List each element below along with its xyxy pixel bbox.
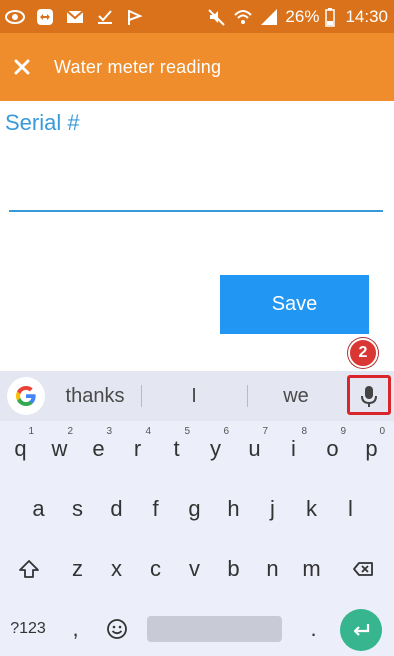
step-badge: 2 [348,338,378,368]
enter-icon [353,624,370,636]
key-b[interactable]: b [214,543,253,595]
period-key[interactable]: . [294,603,333,655]
shift-icon [18,560,39,578]
emoji-icon [106,619,127,639]
comma-key[interactable]: , [56,603,95,655]
key-c[interactable]: c [136,543,175,595]
key-e[interactable]: e3 [79,423,118,475]
suggestion-thanks[interactable]: thanks [50,371,140,421]
mute-icon [207,7,227,27]
key-v[interactable]: v [175,543,214,595]
key-w[interactable]: w2 [40,423,79,475]
shift-key[interactable] [9,543,48,595]
status-left-icons [5,7,145,27]
google-g-icon [16,386,36,406]
key-z[interactable]: z [58,543,97,595]
signal-icon [259,7,279,27]
key-n[interactable]: n [253,543,292,595]
key-o[interactable]: o9 [313,423,352,475]
close-icon [14,59,30,75]
google-logo-button[interactable] [7,377,45,415]
microphone-icon [361,386,377,407]
serial-label: Serial # [5,110,80,135]
key-f[interactable]: f [136,483,175,535]
serial-input[interactable] [9,150,383,212]
voice-input-button[interactable] [350,379,388,415]
suggestion-strip: thanks I we [0,371,394,421]
suggestion-we[interactable]: we [248,371,344,421]
close-button[interactable] [0,33,44,101]
keyboard: thanks I we q1 w2 e3 r4 t5 y6 u7 i8 o9 p… [0,371,394,656]
status-bar: 26% 14:30 [0,0,394,33]
key-d[interactable]: d [97,483,136,535]
backspace-icon [352,562,373,576]
key-q[interactable]: q1 [1,423,40,475]
backspace-key[interactable] [343,543,382,595]
wifi-icon [233,7,253,27]
key-a[interactable]: a [19,483,58,535]
symbols-key[interactable]: ?123 [2,603,54,655]
key-t[interactable]: t5 [157,423,196,475]
battery-icon [325,7,336,27]
eye-icon [5,7,25,27]
key-m[interactable]: m [292,543,331,595]
download-done-icon [95,7,115,27]
key-h[interactable]: h [214,483,253,535]
enter-key[interactable] [340,609,382,651]
flag-icon [125,7,145,27]
key-s[interactable]: s [58,483,97,535]
key-y[interactable]: y6 [196,423,235,475]
status-right-icons: 26% 14:30 [207,7,388,27]
space-bar[interactable] [147,616,282,642]
key-g[interactable]: g [175,483,214,535]
teamviewer-icon [35,7,55,27]
key-l[interactable]: l [331,483,370,535]
key-i[interactable]: i8 [274,423,313,475]
suggestion-i[interactable]: I [142,371,246,421]
clock: 14:30 [345,6,388,26]
key-u[interactable]: u7 [235,423,274,475]
page-title: Water meter reading [54,56,222,77]
battery-percent: 26% [285,6,320,26]
save-button[interactable]: Save [220,275,369,334]
key-k[interactable]: k [292,483,331,535]
key-r[interactable]: r4 [118,423,157,475]
key-x[interactable]: x [97,543,136,595]
emoji-key[interactable] [97,603,136,655]
gmail-icon [65,7,85,27]
app-bar: Water meter reading [0,33,394,101]
key-j[interactable]: j [253,483,292,535]
key-p[interactable]: p0 [352,423,391,475]
